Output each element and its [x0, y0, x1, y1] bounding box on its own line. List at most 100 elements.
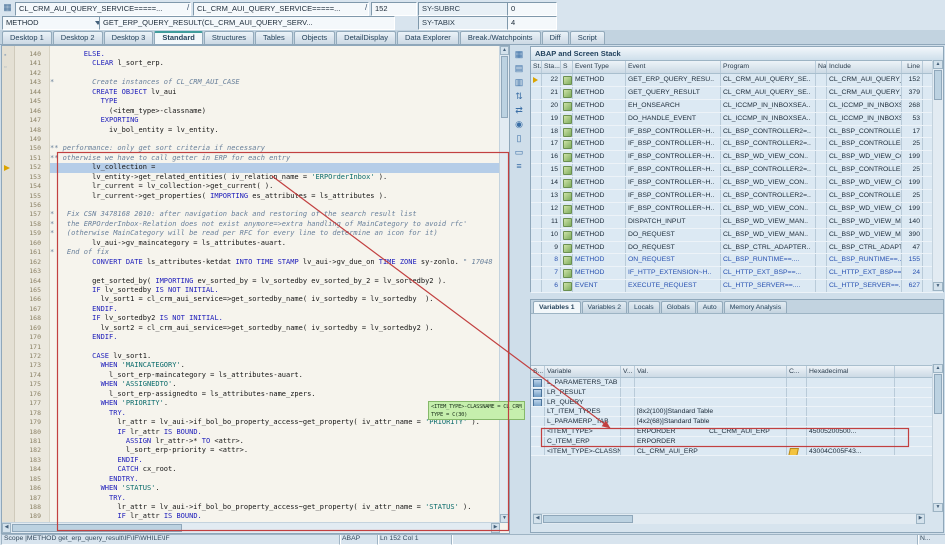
fold-margin[interactable]	[43, 494, 50, 503]
tab-data-explorer[interactable]: Data Explorer	[397, 31, 459, 44]
fold-margin[interactable]	[43, 446, 50, 455]
line-number[interactable]: 161	[15, 248, 43, 257]
code-text[interactable]: l_sort_erp-assignedto = ls_attributes-na…	[50, 390, 501, 399]
variable-row[interactable]: C_ITEM_ERPERPORDER	[531, 437, 943, 447]
code-text[interactable]: * (otherwise MainCategory will be read p…	[50, 229, 501, 238]
variable-row[interactable]: LR_QUERY	[531, 398, 943, 408]
line-number[interactable]: 145	[15, 97, 43, 106]
tab-structures[interactable]: Structures	[204, 31, 254, 44]
code-text[interactable]: ** performance: only get sort criteria i…	[50, 144, 501, 153]
scroll-up-button[interactable]: ▲	[933, 364, 943, 373]
line-number[interactable]: 166	[15, 295, 43, 304]
code-text[interactable]: WHEN 'STATUS'.	[50, 484, 501, 493]
line-number[interactable]: 167	[15, 305, 43, 314]
editor-margin[interactable]: ▪ ▫	[2, 46, 15, 533]
fold-margin[interactable]	[43, 437, 50, 446]
code-text[interactable]	[50, 267, 501, 276]
code-text[interactable]: ASSIGN lr_attr->* TO <attr>.	[50, 437, 501, 446]
line-number[interactable]: 158	[15, 220, 43, 229]
variables-column-header[interactable]: S...	[531, 366, 545, 377]
code-text[interactable]: lr_attr = lv_aui->if_bol_bo_property_acc…	[50, 503, 501, 512]
line-number-field[interactable]: 152	[371, 2, 417, 16]
line-number[interactable]: 187	[15, 494, 43, 503]
line-number[interactable]: 175	[15, 380, 43, 389]
code-text[interactable]: CONVERT DATE ls_attributes-ketdat INTO T…	[50, 258, 501, 267]
variables-column-header[interactable]: Hexadecimal	[807, 366, 895, 377]
code-text[interactable]: lv_entity->get_related_entities( iv_rela…	[50, 173, 501, 182]
stack-row[interactable]: 12METHODIF_BSP_CONTROLLER~H..CL_BSP_WD_V…	[531, 203, 943, 216]
stack-row[interactable]: 18METHODIF_BSP_CONTROLLER~H..CL_BSP_CONT…	[531, 126, 943, 139]
stack-column-header[interactable]: S	[561, 61, 573, 73]
calculator-icon[interactable]: ▤	[512, 62, 526, 75]
fold-margin[interactable]	[43, 126, 50, 135]
editor-horizontal-scrollbar[interactable]: ◀ ▶	[2, 522, 500, 533]
event-type-combo[interactable]: METHOD	[2, 16, 104, 30]
stack-row[interactable]: 7METHODIF_HTTP_EXTENSION~H..CL_HTTP_EXT_…	[531, 267, 943, 280]
code-text[interactable]	[50, 201, 501, 210]
code-text[interactable]: ELSE.	[50, 50, 501, 59]
scroll-up-button[interactable]: ▲	[500, 46, 509, 55]
line-number[interactable]: 143	[15, 78, 43, 87]
line-number[interactable]: 154	[15, 182, 43, 191]
fold-margin[interactable]	[43, 399, 50, 408]
code-text[interactable]: EXPORTING	[50, 116, 501, 125]
code-text[interactable]: IF lv_sortedby IS NOT INITIAL.	[50, 286, 501, 295]
fold-margin[interactable]	[43, 484, 50, 493]
note-icon[interactable]: ▭	[512, 146, 526, 159]
fold-margin[interactable]	[43, 343, 50, 352]
stack-column-header[interactable]: Event Type	[573, 61, 626, 73]
event-field[interactable]: GET_ERP_QUERY_RESULT(CL_CRM_AUI_QUERY_SE…	[99, 16, 395, 30]
fold-margin[interactable]	[43, 267, 50, 276]
line-number[interactable]: 168	[15, 314, 43, 323]
fold-margin[interactable]	[43, 286, 50, 295]
fold-margin[interactable]	[43, 512, 50, 521]
fold-margin[interactable]	[43, 97, 50, 106]
fold-margin[interactable]	[43, 333, 50, 342]
code-text[interactable]: lv_sort1 = cl_crm_aui_service=>get_sorte…	[50, 295, 501, 304]
line-number[interactable]: 163	[15, 267, 43, 276]
scroll-left-button[interactable]: ◀	[533, 514, 542, 524]
fold-margin[interactable]	[43, 465, 50, 474]
variables-column-header[interactable]: V...	[621, 366, 635, 377]
page-icon[interactable]: ▯	[512, 132, 526, 145]
main-program-field[interactable]: CL_CRM_AUI_QUERY_SERVICE=====...	[15, 2, 191, 16]
code-text[interactable]: lv_sort2 = cl_crm_aui_service=>get_sorte…	[50, 324, 501, 333]
code-text[interactable]: IF lr_attr IS BOUND.	[50, 428, 501, 437]
stack-row[interactable]: 8METHODON_REQUESTCL_BSP_RUNTIME==....CL_…	[531, 254, 943, 267]
fold-margin[interactable]	[43, 107, 50, 116]
variable-row[interactable]: <ITEM_TYPE>-CLASSNA...CL_CRM_AUI_ERP4300…	[531, 447, 943, 457]
line-number[interactable]: 176	[15, 390, 43, 399]
fold-margin[interactable]	[43, 201, 50, 210]
line-number[interactable]: 159	[15, 229, 43, 238]
tab-desktop-1[interactable]: Desktop 1	[2, 31, 52, 44]
fold-margin[interactable]	[43, 144, 50, 153]
scroll-right-button[interactable]: ▶	[916, 514, 925, 524]
tab-standard[interactable]: Standard	[154, 31, 203, 44]
search-icon[interactable]: ◉	[512, 118, 526, 131]
tab-objects[interactable]: Objects	[294, 31, 335, 44]
code-text[interactable]: (<item_type>-classname)	[50, 107, 501, 116]
fold-margin[interactable]	[43, 352, 50, 361]
fold-margin[interactable]	[43, 371, 50, 380]
tab-globals[interactable]: Globals	[661, 301, 696, 313]
line-number[interactable]: 171	[15, 343, 43, 352]
variables-column-header[interactable]: Variable	[545, 366, 621, 377]
stack-row[interactable]: 19METHODDO_HANDLE_EVENTCL_ICCMP_IN_INBOX…	[531, 113, 943, 126]
tab-desktop-3[interactable]: Desktop 3	[104, 31, 154, 44]
line-number[interactable]: 169	[15, 324, 43, 333]
code-text[interactable]: get_sorted_by( IMPORTING ev_sorted_by = …	[50, 277, 501, 286]
line-number[interactable]: 170	[15, 333, 43, 342]
code-text[interactable]: lv_collection =	[50, 163, 501, 172]
variable-row[interactable]: LR_RESULT	[531, 388, 943, 398]
fold-margin[interactable]	[43, 475, 50, 484]
fold-margin[interactable]	[43, 295, 50, 304]
line-number[interactable]: 177	[15, 399, 43, 408]
fold-margin[interactable]	[43, 220, 50, 229]
tab-auto[interactable]: Auto	[697, 301, 723, 313]
variable-row[interactable]: LT_ITEM_TYPES[8x2(100)]Standard Table	[531, 407, 943, 417]
fold-margin[interactable]	[43, 88, 50, 97]
code-text[interactable]: ENDIF.	[50, 456, 501, 465]
stack-row[interactable]: 10METHODDO_REQUESTCL_BSP_WD_VIEW_MAN..CL…	[531, 229, 943, 242]
line-number[interactable]: 142	[15, 69, 43, 78]
fold-margin[interactable]	[43, 428, 50, 437]
